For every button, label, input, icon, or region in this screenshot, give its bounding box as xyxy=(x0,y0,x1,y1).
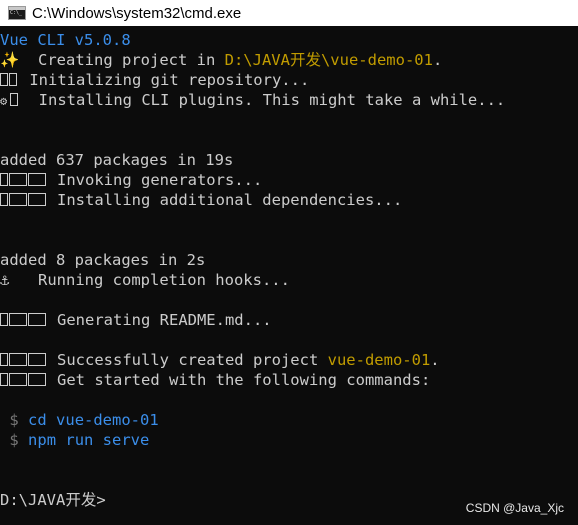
console-line-deps: Installing additional dependencies... xyxy=(0,190,578,210)
generating-readme-text: Generating README.md... xyxy=(57,311,272,329)
installing-plugins-text: Installing CLI plugins. This might take … xyxy=(38,91,506,109)
console-line-creating: ✨ Creating project in D:\JAVA开发\vue-demo… xyxy=(0,50,578,70)
cd-command[interactable]: cd vue-demo-01 xyxy=(28,411,159,429)
project-path: D:\JAVA开发\vue-demo-01 xyxy=(224,51,433,69)
command-cd: $ cd vue-demo-01 xyxy=(0,410,578,430)
init-git-text: Initializing git repository... xyxy=(29,71,310,89)
success-project-name: vue-demo-01 xyxy=(327,351,431,369)
csdn-watermark: CSDN @Java_Xjc xyxy=(465,501,564,515)
success-text: Successfully created project xyxy=(57,351,328,369)
gear-icon: ⚙ xyxy=(0,90,20,110)
title-bar[interactable]: C:\Windows\system32\cmd.exe xyxy=(0,0,578,26)
get-started-icon xyxy=(0,370,57,390)
get-started-text: Get started with the following commands: xyxy=(57,371,431,389)
git-icon xyxy=(0,70,20,90)
prompt-symbol: $ xyxy=(9,411,19,429)
vue-cli-version: Vue CLI v5.0.8 xyxy=(0,31,131,49)
console-line-readme: Generating README.md... xyxy=(0,310,578,330)
added-packages-line-1: added 637 packages in 19s xyxy=(0,151,234,169)
window-title: C:\Windows\system32\cmd.exe xyxy=(32,4,242,22)
installing-deps-text: Installing additional dependencies... xyxy=(57,191,403,209)
prompt-symbol: $ xyxy=(9,431,19,449)
readme-icon xyxy=(0,310,57,330)
generators-icon xyxy=(0,170,57,190)
serve-command[interactable]: npm run serve xyxy=(28,431,149,449)
added-packages-line-2: added 8 packages in 2s xyxy=(0,251,206,269)
console-line-hooks: ⚓ Running completion hooks... xyxy=(0,270,578,290)
console-output[interactable]: Vue CLI v5.0.8 ✨ Creating project in D:\… xyxy=(0,30,578,510)
console-line-git: Initializing git repository... xyxy=(0,70,578,90)
console-line-plugins: ⚙ Installing CLI plugins. This might tak… xyxy=(0,90,578,110)
completion-hooks-text: Running completion hooks... xyxy=(38,271,290,289)
creating-suffix: . xyxy=(432,51,443,69)
invoking-generators-text: Invoking generators... xyxy=(57,171,263,189)
cmd-app-icon xyxy=(8,6,26,20)
sparkle-icon: ✨ xyxy=(0,51,29,69)
console-line-get-started: Get started with the following commands: xyxy=(0,370,578,390)
console-line-success: Successfully created project vue-demo-01… xyxy=(0,350,578,370)
console-line-generators: Invoking generators... xyxy=(0,170,578,190)
command-serve: $ npm run serve xyxy=(0,430,578,450)
success-suffix: . xyxy=(430,351,440,369)
anchor-icon: ⚓ xyxy=(0,271,19,289)
cmd-window: C:\Windows\system32\cmd.exe Vue CLI v5.0… xyxy=(0,0,578,525)
creating-text: Creating project in xyxy=(38,51,225,69)
deps-icon xyxy=(0,190,57,210)
success-icon xyxy=(0,350,57,370)
